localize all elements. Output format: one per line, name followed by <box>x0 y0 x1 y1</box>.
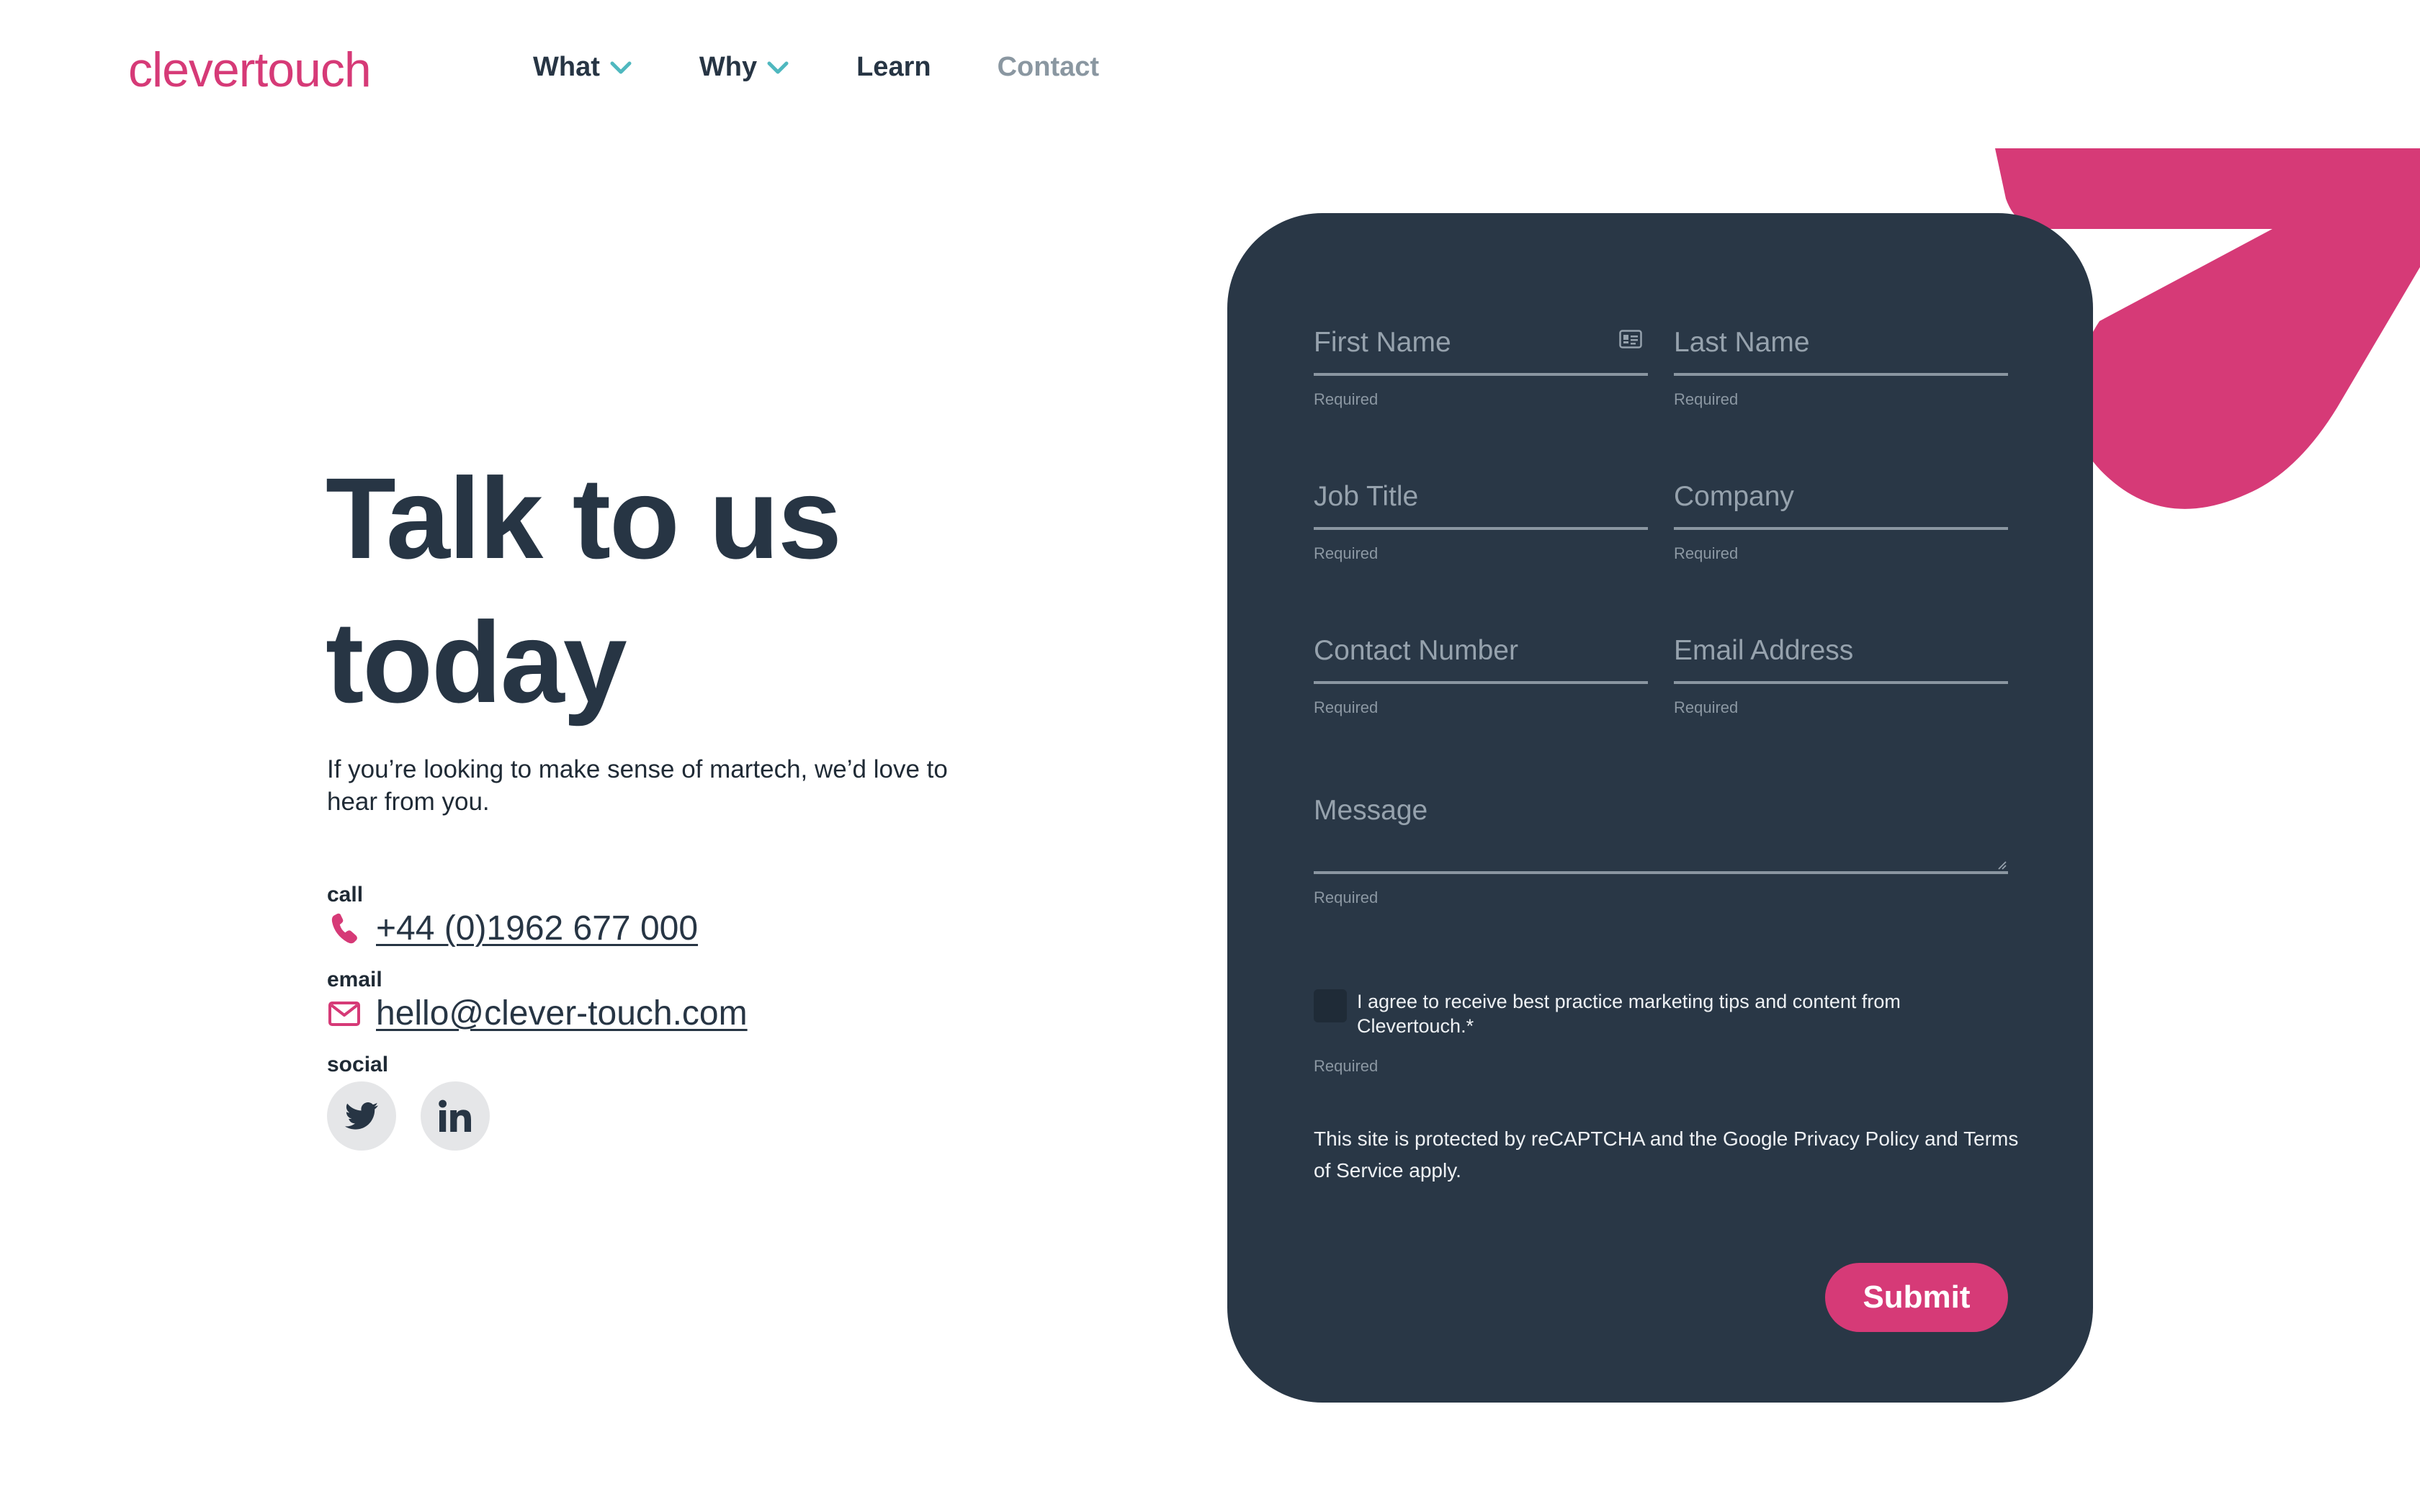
social-label: social <box>327 1053 389 1076</box>
field-underline <box>1314 527 1648 530</box>
message-field[interactable]: Message Required <box>1314 789 2008 907</box>
required-hint: Required <box>1314 390 1379 408</box>
job-title-field[interactable]: Job Title Required <box>1314 475 1648 563</box>
lead-text: If you’re looking to make sense of marte… <box>327 755 948 816</box>
contact-card-icon[interactable] <box>1619 330 1642 348</box>
nav-item-what[interactable]: What <box>533 52 633 83</box>
nav-item-why[interactable]: Why <box>699 52 790 83</box>
nav-item-learn[interactable]: Learn <box>856 52 931 83</box>
consent-row: I agree to receive best practice marketi… <box>1314 989 1962 1038</box>
nav-item-label: Learn <box>856 52 931 82</box>
required-hint: Required <box>1674 544 1739 562</box>
field-underline <box>1314 373 1648 376</box>
page-title: Talk to us today <box>326 446 1046 734</box>
mail-icon <box>328 1001 360 1026</box>
nav-item-contact[interactable]: Contact <box>998 52 1099 83</box>
last-name-input[interactable]: Last Name <box>1674 321 2008 364</box>
twitter-button[interactable] <box>327 1081 396 1151</box>
consent-checkbox[interactable] <box>1314 989 1347 1022</box>
field-underline <box>1674 681 2008 684</box>
nav-item-label: Why <box>699 52 758 82</box>
consent-text: I agree to receive best practice marketi… <box>1357 991 1901 1037</box>
linkedin-button[interactable] <box>421 1081 490 1151</box>
required-hint: Required <box>1314 544 1379 562</box>
required-hint: Required <box>1314 888 1379 906</box>
page-title-line2: today <box>326 598 627 726</box>
email-link[interactable]: hello@clever-touch.com <box>376 994 748 1033</box>
page-title-line1: Talk to us <box>326 454 842 582</box>
chevron-down-icon <box>767 61 789 73</box>
nav-item-label: Contact <box>997 52 1100 82</box>
email-address-field[interactable]: Email Address Required <box>1674 629 2008 717</box>
first-name-field[interactable]: First Name Required <box>1314 321 1648 409</box>
clevertouch-logo[interactable]: clevertouch <box>128 42 372 98</box>
main-nav: What Why Learn Contact <box>533 52 1165 83</box>
contact-number-field[interactable]: Contact Number Required <box>1314 629 1648 717</box>
last-name-field[interactable]: Last Name Required <box>1674 321 2008 409</box>
resize-grip-icon[interactable] <box>1995 858 2007 870</box>
required-hint: Required <box>1674 698 1739 716</box>
contact-number-input[interactable]: Contact Number <box>1314 629 1648 672</box>
social-links <box>327 1081 514 1151</box>
required-hint: Required <box>1314 698 1379 716</box>
message-placeholder: Message <box>1314 795 1428 826</box>
recaptcha-notice: This site is protected by reCAPTCHA and … <box>1314 1128 2019 1182</box>
required-hint: Required <box>1674 390 1739 408</box>
required-hint: Required <box>1314 1057 1379 1075</box>
nav-item-label: What <box>533 52 600 82</box>
field-underline <box>1314 681 1648 684</box>
email-address-input[interactable]: Email Address <box>1674 629 2008 672</box>
phone-link[interactable]: +44 (0)1962 677 000 <box>376 909 698 948</box>
phone-row: +44 (0)1962 677 000 <box>327 909 698 948</box>
company-input[interactable]: Company <box>1674 475 2008 518</box>
chevron-down-icon <box>610 61 632 73</box>
phone-icon <box>331 913 357 943</box>
job-title-input[interactable]: Job Title <box>1314 475 1648 518</box>
submit-button[interactable]: Submit <box>1825 1263 2008 1332</box>
contact-form: First Name Required Last Name Required J… <box>1227 213 2093 1403</box>
linkedin-icon <box>439 1099 471 1132</box>
email-row: hello@clever-touch.com <box>327 994 748 1033</box>
message-textarea[interactable]: Message <box>1314 789 2008 874</box>
first-name-input[interactable]: First Name <box>1314 321 1648 364</box>
call-label: call <box>327 883 364 906</box>
email-label: email <box>327 968 382 991</box>
field-underline <box>1674 373 2008 376</box>
company-field[interactable]: Company Required <box>1674 475 2008 563</box>
field-underline <box>1674 527 2008 530</box>
twitter-icon <box>345 1102 378 1130</box>
